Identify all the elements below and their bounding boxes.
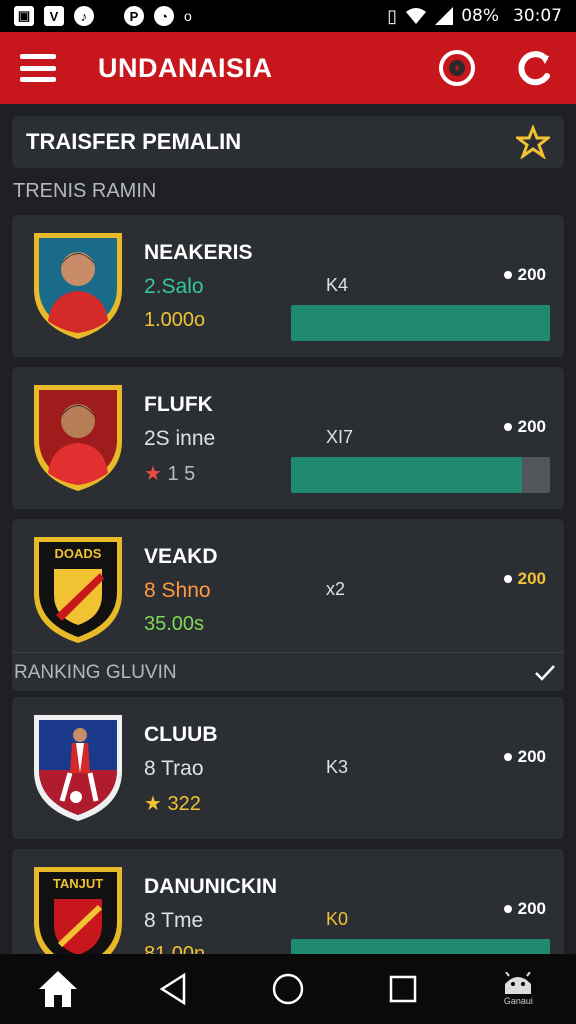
player-name: CLUUB: [144, 723, 218, 746]
points: 200: [503, 899, 546, 919]
star-icon: ★: [144, 793, 162, 815]
app-title: UNDANAISIA: [98, 52, 273, 83]
player-name: VEAKD: [144, 545, 218, 568]
player-value-text: 1 5: [167, 463, 196, 485]
clock: 30:07: [513, 6, 562, 26]
dot-icon: o: [184, 8, 192, 24]
player-value: ★ 1 5: [144, 461, 195, 486]
star-icon[interactable]: [516, 125, 550, 159]
player-value: 35.00s: [144, 613, 205, 635]
signal-icon: [435, 7, 454, 25]
club-crest-icon: TANJUT: [34, 867, 122, 954]
wifi-icon: [406, 8, 427, 24]
player-crest-icon: [34, 233, 122, 339]
sub-label: TRENIS RAMIN: [13, 180, 157, 202]
player-name: FLUFK: [144, 393, 213, 416]
points: 200: [503, 747, 546, 767]
points: 200: [503, 265, 546, 285]
multiplier: XI7: [326, 427, 354, 447]
player-name: DANUNICKIN: [144, 875, 277, 898]
checkmark-icon[interactable]: [534, 664, 556, 682]
battery-saver-icon: ▯: [387, 5, 398, 27]
main-content[interactable]: TRAISFER PEMALIN TRENIS RAMIN NEAKERIS 2…: [0, 104, 576, 954]
progress-fill: [291, 305, 550, 341]
dot-icon: [503, 271, 512, 279]
menu-icon[interactable]: [20, 54, 56, 82]
points-value: 200: [517, 265, 546, 284]
refresh-icon[interactable]: [514, 47, 556, 89]
progress-bar: [291, 939, 550, 954]
points: 200: [503, 417, 546, 437]
multiplier: K0: [326, 909, 349, 929]
back-icon[interactable]: [143, 959, 203, 1019]
gallery-icon: ▣: [14, 6, 34, 26]
multiplier: K4: [326, 275, 349, 295]
multiplier: x2: [326, 579, 346, 599]
multiplier: K3: [326, 757, 349, 777]
player-crest-icon: [34, 715, 122, 821]
player-card[interactable]: FLUFK 2S inne ★ 1 5 XI7 200: [12, 367, 564, 509]
dot-icon: [503, 905, 512, 913]
home-icon[interactable]: [28, 959, 88, 1019]
v-icon: V: [44, 6, 64, 26]
player-card[interactable]: NEAKERIS 2.Salo 1.000o K4 200: [12, 215, 564, 357]
section-title: TRAISFER PEMALIN: [26, 129, 242, 154]
dot-icon: [503, 423, 512, 431]
p-icon: P: [124, 6, 144, 26]
player-value: 81.00n: [144, 943, 206, 954]
crest-text: TANJUT: [53, 876, 103, 891]
player-name: NEAKERIS: [144, 241, 253, 264]
player-crest-icon: [34, 385, 122, 491]
nav-bar: Ganaui: [0, 954, 576, 1024]
android-label: Ganaui: [503, 996, 533, 1006]
player-value: ★ 322: [144, 791, 201, 816]
player-stat: 2.Salo: [144, 275, 204, 298]
battery-percent: 08%: [461, 6, 499, 26]
crest-text: DOADS: [55, 546, 102, 561]
player-value-text: 322: [167, 793, 201, 815]
points-value: 200: [517, 569, 546, 588]
android-icon[interactable]: Ganaui: [488, 959, 548, 1019]
chat-icon: ♪: [74, 6, 94, 26]
club-crest-icon: DOADS: [34, 537, 122, 643]
ranking-label: RANKING GLUVIN: [14, 661, 177, 683]
progress-fill: [291, 457, 522, 493]
star-icon: ★: [144, 463, 162, 485]
ranking-header[interactable]: RANKING GLUVIN: [12, 652, 564, 692]
recents-icon[interactable]: [373, 959, 433, 1019]
progress-bar: [291, 457, 550, 493]
points-value: 200: [517, 417, 546, 436]
player-card[interactable]: CLUUB 8 Trao ★ 322 K3 200: [12, 697, 564, 839]
swipe-icon: ◔: [154, 6, 174, 26]
player-value: 1.000o: [144, 309, 206, 331]
player-card[interactable]: TANJUT DANUNICKIN 8 Tme 81.00n K0 200: [12, 849, 564, 954]
status-notifications: ▣ V ♪ P ◔ o: [14, 6, 192, 26]
points-value: 200: [517, 899, 546, 918]
dot-icon: [503, 575, 512, 583]
points: 200: [503, 569, 546, 589]
status-bar: ▣ V ♪ P ◔ o ▯ 08% 30:07: [0, 0, 576, 32]
player-stat: 8 Trao: [144, 757, 204, 780]
app-bar: UNDANAISIA: [0, 32, 576, 104]
points-value: 200: [517, 747, 546, 766]
chat-bubble-icon[interactable]: [436, 47, 478, 89]
player-stat: 8 Shno: [144, 579, 211, 602]
progress-bar: [291, 305, 550, 341]
section-header[interactable]: TRAISFER PEMALIN: [12, 116, 564, 168]
dot-icon: [503, 753, 512, 761]
player-stat: 2S inne: [144, 427, 216, 450]
player-stat: 8 Tme: [144, 909, 204, 932]
status-system: ▯ 08% 30:07: [387, 6, 562, 27]
home-circle-icon[interactable]: [258, 959, 318, 1019]
